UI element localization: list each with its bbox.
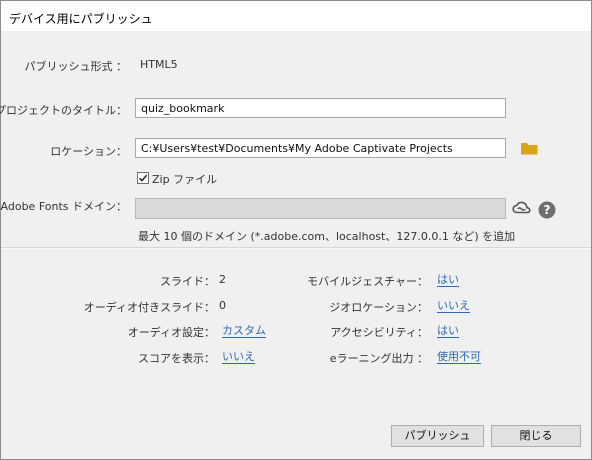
slides-label: スライド： — [160, 275, 215, 288]
help-icon[interactable]: ? — [538, 201, 556, 222]
publish-format-label: パブリッシュ形式 ： — [24, 60, 128, 73]
publish-format-value: HTML5 — [140, 58, 178, 71]
mobile-gestures-link[interactable]: はい — [437, 273, 459, 287]
geolocation-label: ジオロケーション： — [329, 301, 428, 314]
adobe-fonts-hint: 最大 10 個のドメイン (*.adobe.com、localhost、127.… — [138, 230, 516, 243]
audio-slides-value: 0 — [219, 299, 226, 312]
project-title-input[interactable]: quiz_bookmark — [135, 98, 506, 118]
audio-settings-link[interactable]: カスタム — [222, 324, 266, 338]
adobe-fonts-input — [135, 198, 506, 219]
folder-icon[interactable] — [521, 142, 538, 158]
zip-label: Zip ファイル — [152, 173, 218, 186]
svg-text:?: ? — [544, 203, 551, 217]
zip-checkbox[interactable] — [137, 172, 149, 184]
slides-value: 2 — [219, 273, 226, 286]
creative-cloud-icon[interactable] — [512, 201, 531, 219]
project-title-label: プロジェクトのタイトル： — [0, 104, 127, 117]
location-input[interactable]: C:¥Users¥test¥Documents¥My Adobe Captiva… — [135, 138, 506, 158]
show-score-label: スコアを表示： — [138, 352, 215, 365]
publish-button[interactable]: パブリッシュ — [391, 425, 484, 447]
audio-slides-label: オーディオ付きスライド： — [83, 301, 215, 314]
geolocation-link[interactable]: いいえ — [437, 299, 470, 313]
dialog-title: デバイス用にパブリッシュ — [9, 12, 153, 26]
accessibility-label: アクセシビリティ： — [330, 326, 428, 339]
title-bar: デバイス用にパブリッシュ — [1, 1, 591, 31]
settings-panel: パブリッシュ形式 ： HTML5 プロジェクトのタイトル： quiz_bookm… — [0, 31, 591, 247]
close-button[interactable]: 閉じる — [491, 425, 581, 447]
audio-settings-label: オーディオ設定： — [127, 326, 215, 339]
elearning-output-label: eラーニング出力 ： — [329, 352, 428, 365]
show-score-link[interactable]: いいえ — [222, 350, 255, 364]
mobile-gestures-label: モバイルジェスチャー： — [307, 275, 428, 288]
dialog-content: パブリッシュ形式 ： HTML5 プロジェクトのタイトル： quiz_bookm… — [0, 31, 591, 459]
adobe-fonts-label: Adobe Fonts ドメイン： — [0, 200, 127, 213]
accessibility-link[interactable]: はい — [437, 324, 459, 338]
publish-dialog: デバイス用にパブリッシュ パブリッシュ形式 ： HTML5 プロジェクトのタイト… — [0, 0, 592, 460]
elearning-output-link[interactable]: 使用不可 — [437, 350, 481, 364]
location-label: ロケーション： — [50, 145, 127, 158]
